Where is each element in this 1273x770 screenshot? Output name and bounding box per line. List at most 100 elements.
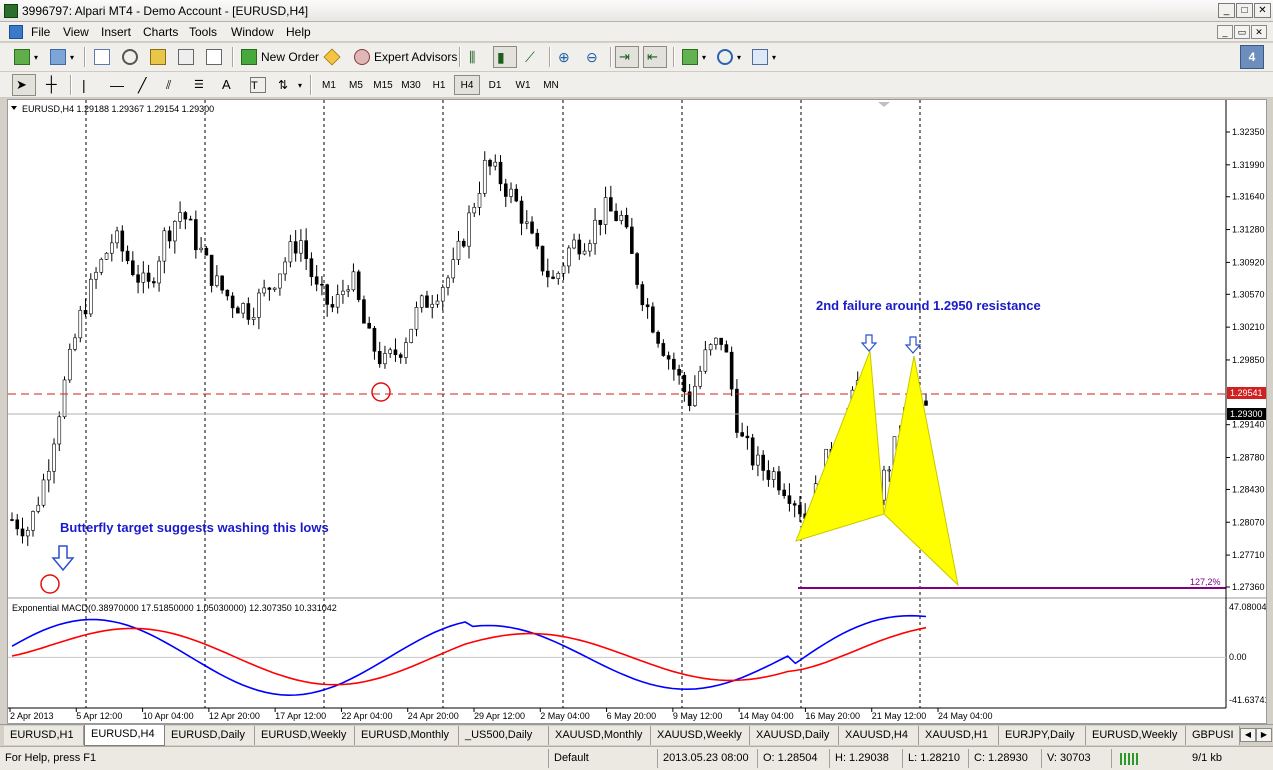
- cursor-button[interactable]: ➤: [12, 74, 36, 96]
- maximize-button[interactable]: □: [1236, 3, 1253, 18]
- tab-xauusd-h4[interactable]: XAUUSD,H4: [839, 726, 919, 745]
- candle-body: [714, 337, 718, 345]
- horizontal-line-button[interactable]: —: [106, 74, 130, 96]
- tab-eurusd-weekly[interactable]: EURUSD,Weekly: [255, 726, 355, 745]
- candle-body: [435, 300, 440, 305]
- fibonacci-button[interactable]: ☰: [190, 74, 214, 96]
- navigator-button[interactable]: [118, 46, 142, 68]
- profiles-button[interactable]: ▾: [46, 46, 78, 68]
- time-tick-label: 24 May 04:00: [938, 711, 993, 721]
- terminal-button[interactable]: [174, 46, 198, 68]
- menu-charts[interactable]: Charts: [143, 25, 178, 39]
- candle-body: [798, 504, 802, 515]
- tab-eurusd-daily[interactable]: EURUSD,Daily: [165, 726, 255, 745]
- child-close-button[interactable]: ✕: [1251, 25, 1267, 39]
- zoom-out-button[interactable]: ⊖: [582, 46, 606, 68]
- time-tick-label: 10 Apr 04:00: [143, 711, 194, 721]
- chart-window[interactable]: 127,2% 2nd failure around 1.2950 resista…: [7, 99, 1267, 724]
- tf-m1[interactable]: M1: [316, 75, 342, 95]
- menu-view[interactable]: View: [63, 25, 89, 39]
- candle-body: [409, 328, 414, 343]
- shift-marker-icon: [878, 102, 890, 107]
- candle-body: [356, 271, 361, 300]
- candle-body: [162, 230, 167, 262]
- notifications-button[interactable]: 4: [1240, 45, 1264, 69]
- vertical-line-button[interactable]: |: [78, 74, 102, 96]
- close-button[interactable]: ✕: [1254, 3, 1271, 18]
- arrows-button[interactable]: ⇅ ▾: [274, 74, 306, 96]
- new-order-button[interactable]: New Order: [237, 46, 323, 68]
- tf-h1[interactable]: H1: [426, 75, 452, 95]
- chart-grid: [85, 100, 921, 708]
- tab-scroll-left-button[interactable]: ◀: [1240, 728, 1256, 742]
- tf-m30[interactable]: M30: [398, 75, 424, 95]
- market-watch-button[interactable]: [90, 46, 114, 68]
- candle-body: [624, 214, 629, 228]
- toolbar-separator: [310, 75, 312, 95]
- candle-body: [83, 310, 88, 315]
- candle-body: [451, 259, 456, 279]
- tab-eurusd-h1[interactable]: EURUSD,H1: [4, 726, 84, 745]
- trendline-button[interactable]: ╱: [134, 74, 158, 96]
- tab-eurusd-h4[interactable]: EURUSD,H4: [84, 725, 165, 746]
- menu-tools[interactable]: Tools: [189, 25, 217, 39]
- tf-h4[interactable]: H4: [454, 75, 480, 95]
- text-icon: A: [222, 77, 231, 92]
- tf-d1[interactable]: D1: [482, 75, 508, 95]
- tf-mn[interactable]: MN: [538, 75, 564, 95]
- menu-insert[interactable]: Insert: [101, 25, 131, 39]
- candlestick-button[interactable]: ▮: [493, 46, 517, 68]
- templates-icon: [752, 49, 768, 65]
- zoom-in-button[interactable]: ⊕: [554, 46, 578, 68]
- tab-xauusd-h1[interactable]: XAUUSD,H1: [919, 726, 999, 745]
- periods-button[interactable]: ▾: [713, 46, 745, 68]
- menu-help[interactable]: Help: [286, 25, 311, 39]
- tab-eurusd-weekly-2[interactable]: EURUSD,Weekly: [1086, 726, 1186, 745]
- tab-eurusd-monthly[interactable]: EURUSD,Monthly: [355, 726, 459, 745]
- text-button[interactable]: A: [218, 74, 242, 96]
- child-minimize-button[interactable]: _: [1217, 25, 1233, 39]
- tab-xauusd-weekly[interactable]: XAUUSD,Weekly: [651, 726, 750, 745]
- candle-body: [57, 416, 62, 445]
- tf-m15[interactable]: M15: [370, 75, 396, 95]
- tab-eurjpy-daily[interactable]: EURJPY,Daily: [999, 726, 1086, 745]
- expert-advisors-button[interactable]: Expert Advisors: [350, 46, 461, 68]
- data-window-button[interactable]: [146, 46, 170, 68]
- crosshair-button[interactable]: ┼: [42, 74, 66, 96]
- candle-body: [236, 307, 240, 314]
- alert-button[interactable]: [320, 46, 344, 68]
- candle-body: [761, 454, 765, 471]
- menu-file[interactable]: File: [31, 25, 50, 39]
- tab-xauusd-monthly[interactable]: XAUUSD,Monthly: [549, 726, 651, 745]
- new-chart-icon: [14, 49, 30, 65]
- toolbar-separator: [70, 75, 72, 95]
- line-chart-button[interactable]: ⟋: [521, 46, 545, 68]
- menu-window[interactable]: Window: [231, 25, 274, 39]
- child-restore-button[interactable]: ▭: [1234, 25, 1250, 39]
- tf-w1[interactable]: W1: [510, 75, 536, 95]
- minimize-button[interactable]: _: [1218, 3, 1235, 18]
- butterfly-right-wing[interactable]: [883, 355, 959, 587]
- price-tick-label: 1.28070: [1232, 517, 1265, 527]
- price-chart[interactable]: 127,2% 2nd failure around 1.2950 resista…: [8, 100, 1266, 723]
- tf-m5[interactable]: M5: [343, 75, 369, 95]
- candle-body: [498, 161, 503, 185]
- tab-us500-daily[interactable]: _US500,Daily: [459, 726, 549, 745]
- autoscroll-button[interactable]: ⇥: [615, 46, 639, 68]
- status-separator: [829, 749, 830, 768]
- strategy-tester-button[interactable]: [202, 46, 226, 68]
- templates-button[interactable]: ▾: [748, 46, 780, 68]
- tab-gbpusd[interactable]: GBPUSI: [1186, 726, 1240, 745]
- chart-shift-button[interactable]: ⇤: [643, 46, 667, 68]
- text-label-button[interactable]: T: [246, 74, 270, 96]
- candle-body: [351, 271, 356, 291]
- bar-chart-button[interactable]: ⫼: [465, 46, 489, 68]
- butterfly-left-wing[interactable]: [795, 350, 885, 542]
- channel-button[interactable]: ⫽: [162, 74, 186, 96]
- tab-xauusd-daily[interactable]: XAUUSD,Daily: [750, 726, 839, 745]
- expert-advisors-label: Expert Advisors: [374, 50, 458, 64]
- indicators-button[interactable]: ▾: [678, 46, 710, 68]
- time-tick-label: 12 Apr 20:00: [209, 711, 260, 721]
- new-chart-button[interactable]: ▾: [10, 46, 42, 68]
- tab-scroll-right-button[interactable]: ▶: [1256, 728, 1272, 742]
